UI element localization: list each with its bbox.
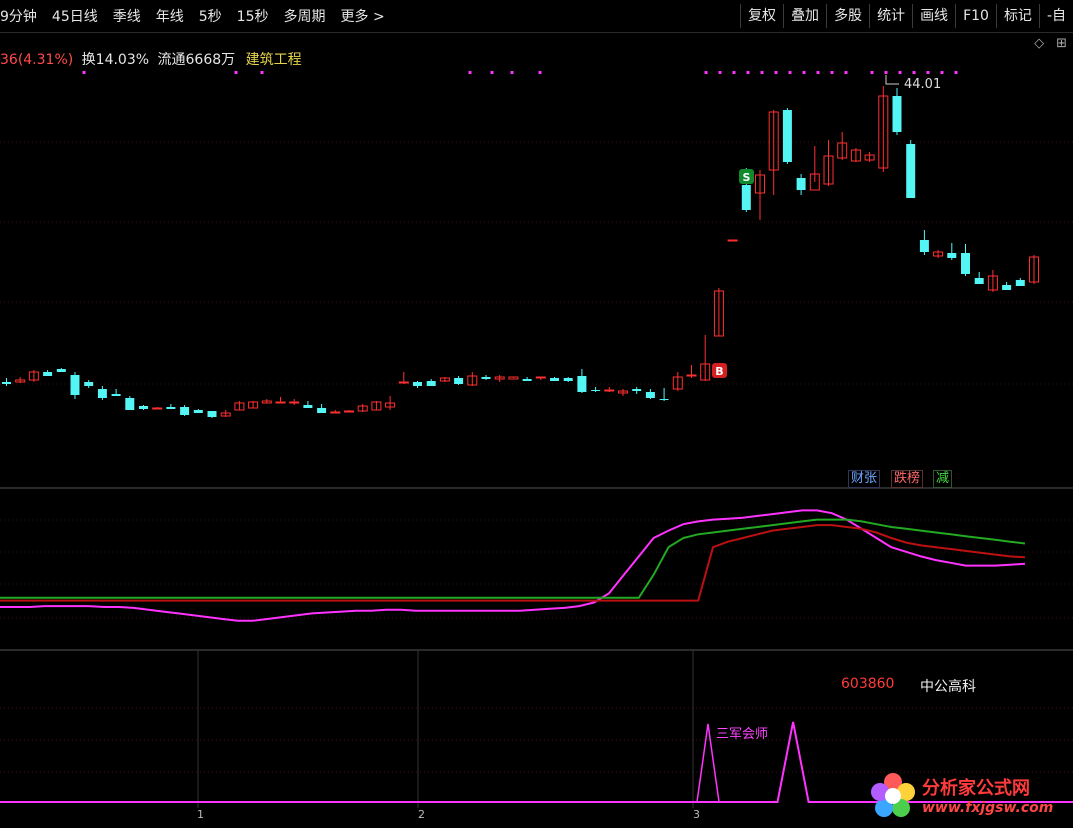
signal-label: 三军会师 <box>716 727 768 742</box>
candle-body <box>686 374 697 377</box>
signal-dot <box>468 71 472 74</box>
candle-body <box>919 240 929 252</box>
x-tick-label: 3 <box>693 808 700 821</box>
signal-dot <box>260 71 264 74</box>
candle-body <box>317 408 327 413</box>
high-pointer <box>885 75 899 85</box>
signal-dot <box>898 71 902 74</box>
candle-body <box>535 376 546 379</box>
watermark-title: 分析家公式网 <box>922 778 1030 799</box>
candle-body <box>604 389 615 392</box>
candle-body <box>97 389 107 398</box>
signal-dot <box>760 71 764 74</box>
candle-body <box>727 239 738 242</box>
signal-dot <box>234 71 238 74</box>
candle-body <box>550 378 559 381</box>
candle-body <box>961 253 970 274</box>
candle-body <box>207 411 217 417</box>
candle-body <box>481 377 491 379</box>
candle-body <box>2 382 11 384</box>
candle-body <box>193 410 203 413</box>
signal-dots <box>82 71 958 74</box>
badge-cai[interactable]: 财张 <box>848 470 881 488</box>
x-tick-label: 2 <box>418 808 425 821</box>
signal-dot <box>82 71 86 74</box>
signal-dot <box>788 71 792 74</box>
signal-dot <box>718 71 722 74</box>
signal-dot <box>774 71 778 74</box>
candle-body <box>426 381 436 386</box>
signal-dot <box>844 71 848 74</box>
candle-body <box>111 394 121 396</box>
signal-dot <box>802 71 806 74</box>
indicator-line <box>0 509 1026 622</box>
candle-body <box>1015 280 1025 286</box>
candle-body <box>344 410 354 413</box>
candle-body <box>166 407 176 409</box>
marker-label: S <box>743 171 751 184</box>
signal-dot <box>870 71 874 74</box>
signal-dot <box>926 71 930 74</box>
signal-dot <box>538 71 542 74</box>
high-price-label: 44.01 <box>904 77 941 92</box>
candle-body <box>591 390 601 391</box>
candle-body <box>180 407 190 415</box>
candle-body <box>398 381 409 384</box>
flower-logo-icon <box>871 773 915 817</box>
signal-dot <box>746 71 750 74</box>
candle-body <box>741 185 751 210</box>
candle-body <box>139 406 148 409</box>
candle-body <box>892 96 902 132</box>
stock-code: 603860 <box>841 676 895 692</box>
candle-body <box>43 372 53 376</box>
badge-jian[interactable]: 减 <box>933 470 953 488</box>
candle-body <box>645 392 655 398</box>
candle-body <box>974 278 984 284</box>
signal-dot <box>510 71 514 74</box>
candle-body <box>659 399 669 400</box>
marker-label: B <box>715 365 723 378</box>
candle-body <box>947 253 957 258</box>
signal-dot <box>732 71 736 74</box>
candle-body <box>275 401 286 404</box>
signal-dot <box>912 71 916 74</box>
candle-body <box>522 379 532 381</box>
candle-body <box>454 378 464 384</box>
stock-name: 中公高科 <box>920 679 976 695</box>
watermark: 分析家公式网 www.fxjgsw.com <box>865 768 1070 824</box>
candle-body <box>906 144 916 198</box>
candle-body <box>70 375 80 395</box>
indicator-line <box>0 524 1026 602</box>
signal-dot <box>816 71 820 74</box>
candles <box>2 75 1039 418</box>
x-tick-label: 1 <box>197 808 204 821</box>
candle-body <box>796 178 806 190</box>
candle-body <box>330 411 341 414</box>
candle-body <box>1002 285 1012 290</box>
watermark-url: www.fxjgsw.com <box>922 800 1054 816</box>
candle-body <box>84 382 94 386</box>
candle-body <box>632 389 642 391</box>
badge-long[interactable]: 跌榜 <box>891 470 924 488</box>
indicator-lines <box>0 509 1026 622</box>
candle-body <box>413 382 422 386</box>
signal-dot <box>954 71 958 74</box>
candle-body <box>782 110 792 162</box>
candle-body <box>577 376 587 392</box>
signal-dot <box>884 71 888 74</box>
signal-dot <box>940 71 944 74</box>
chart-canvas[interactable]: 44.01 三军会师 S B <box>0 0 1073 828</box>
candle-body <box>125 398 135 410</box>
candle-body <box>563 378 573 381</box>
candle-body <box>56 369 66 372</box>
signal-dot <box>704 71 708 74</box>
signal-dot <box>830 71 834 74</box>
candle-body <box>289 401 300 404</box>
signal-dot <box>490 71 494 74</box>
candle-body <box>152 407 163 410</box>
candle-body <box>303 405 313 408</box>
